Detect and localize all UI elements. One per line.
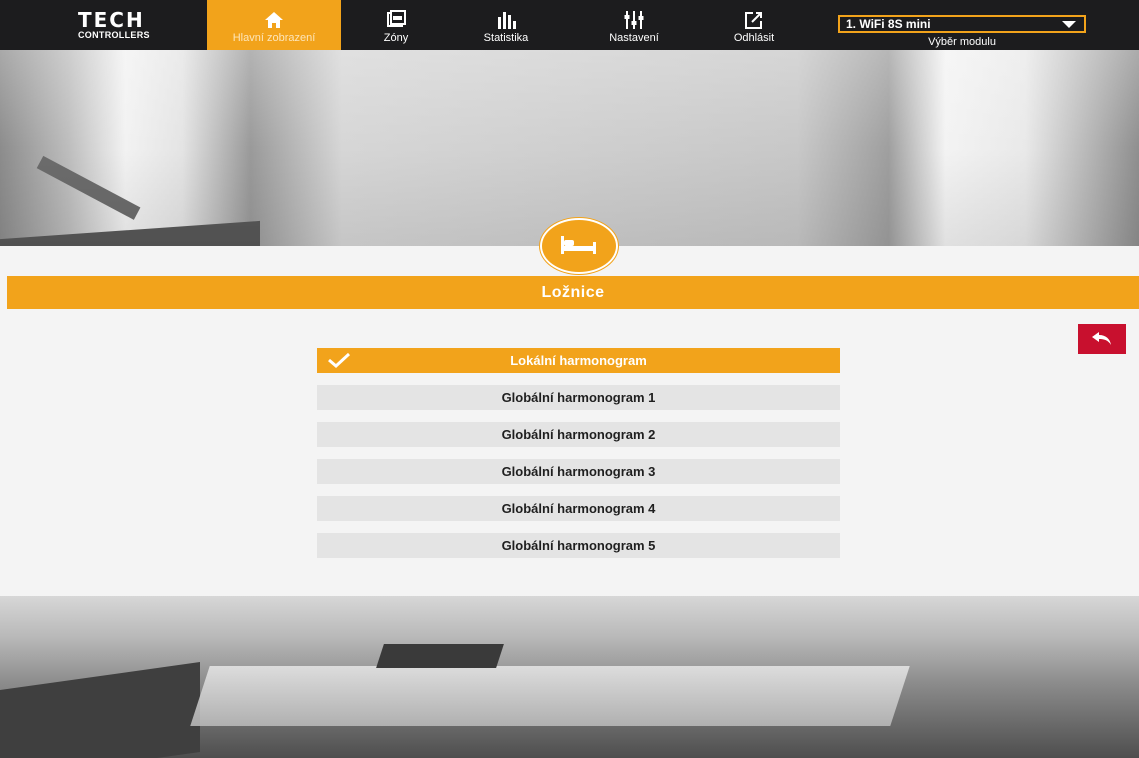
schedule-list: Lokální harmonogram Globální harmonogram… <box>317 348 840 570</box>
schedule-option-label: Globální harmonogram 5 <box>501 538 656 553</box>
zones-icon <box>387 10 406 27</box>
home-icon <box>265 12 283 28</box>
nav-main-view[interactable]: Hlavní zobrazení <box>207 0 341 50</box>
nav-label: Statistika <box>483 32 529 44</box>
statistics-icon <box>498 12 516 29</box>
nav-label: Zóny <box>383 32 409 44</box>
checkmark-icon <box>328 352 351 368</box>
schedule-option-local[interactable]: Lokální harmonogram <box>317 348 840 373</box>
module-select[interactable]: 1. WiFi 8S mini <box>838 15 1086 33</box>
schedule-option-global-5[interactable]: Globální harmonogram 5 <box>317 533 840 558</box>
schedule-option-global-3[interactable]: Globální harmonogram 3 <box>317 459 840 484</box>
tech-controllers-logo[interactable]: TECH CONTROLLERS <box>78 10 188 44</box>
logo-sub-text: CONTROLLERS <box>78 30 150 40</box>
schedule-option-global-2[interactable]: Globální harmonogram 2 <box>317 422 840 447</box>
module-select-caption: Výběr modulu <box>928 36 996 48</box>
background-decor <box>190 666 910 726</box>
zone-title-bar: Ložnice <box>7 276 1139 309</box>
nav-settings[interactable]: Nastavení <box>598 0 670 50</box>
schedule-option-label: Globální harmonogram 1 <box>501 390 656 405</box>
schedule-option-label: Globální harmonogram 3 <box>501 464 656 479</box>
nav-logout[interactable]: Odhlásit <box>724 0 784 50</box>
background-decor <box>0 661 200 758</box>
background-photo-bottom <box>0 596 1139 758</box>
logo-main-text: TECH <box>78 8 145 32</box>
zone-badge <box>536 218 622 274</box>
chevron-down-icon <box>1062 21 1076 28</box>
nav-label: Odhlásit <box>733 32 775 44</box>
nav-label: Hlavní zobrazení <box>232 32 316 44</box>
nav-label: Nastavení <box>609 32 659 44</box>
schedule-option-global-4[interactable]: Globální harmonogram 4 <box>317 496 840 521</box>
bed-icon <box>561 236 596 254</box>
nav-zones[interactable]: Zóny <box>370 0 422 50</box>
background-decor <box>376 644 504 668</box>
schedule-option-label: Globální harmonogram 2 <box>501 427 656 442</box>
background-photo-top <box>0 50 1139 246</box>
schedule-option-global-1[interactable]: Globální harmonogram 1 <box>317 385 840 410</box>
back-button[interactable] <box>1078 324 1126 354</box>
schedule-option-label: Lokální harmonogram <box>510 353 647 368</box>
background-shade <box>0 50 1139 246</box>
settings-sliders-icon <box>624 11 644 29</box>
logout-icon <box>745 12 762 29</box>
zone-title: Ložnice <box>541 284 605 301</box>
module-select-value: 1. WiFi 8S mini <box>846 17 931 31</box>
schedule-option-label: Globální harmonogram 4 <box>501 501 656 516</box>
top-navigation: TECH CONTROLLERS Hlavní zobrazení Zóny S… <box>0 0 1139 50</box>
back-arrow-icon <box>1092 332 1111 345</box>
nav-statistics[interactable]: Statistika <box>474 0 538 50</box>
